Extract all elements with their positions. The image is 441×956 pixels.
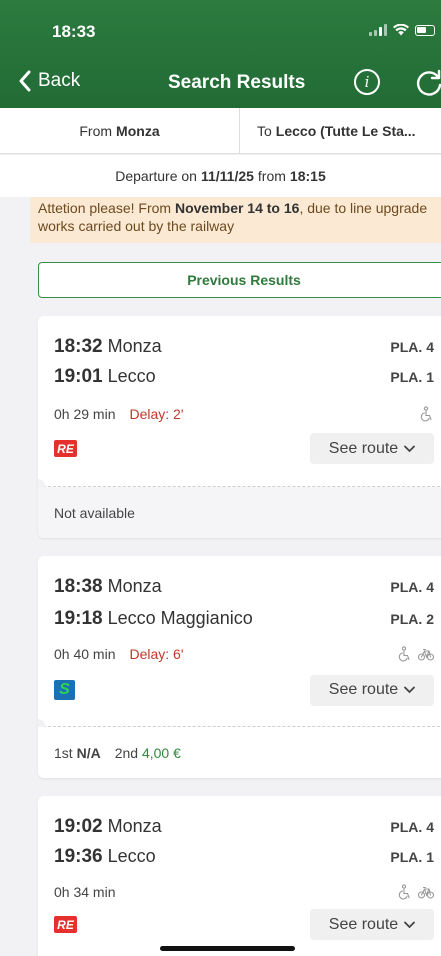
- app-header: 18:33 Back Search Results i: [0, 0, 441, 108]
- second-class-label: 2nd: [114, 744, 139, 761]
- nav-bar: Back Search Results i: [0, 66, 441, 106]
- refresh-icon[interactable]: [414, 68, 441, 98]
- dep-time: 19:02: [54, 816, 103, 837]
- bicycle-icon: [418, 886, 434, 899]
- previous-results-button[interactable]: Previous Results: [38, 262, 441, 298]
- train-row: RE See route: [54, 909, 434, 940]
- to-station-field[interactable]: To Lecco (Tutte Le Sta...: [241, 108, 441, 154]
- from-prefix: From: [79, 123, 113, 139]
- delay-label: Delay: 2': [129, 406, 184, 422]
- price-footer[interactable]: 1st N/A 2nd 4,00 €: [38, 727, 441, 778]
- see-route-button[interactable]: See route: [310, 674, 434, 706]
- delay-label: Delay: 6': [129, 646, 184, 662]
- dep-platform: PLA. 4: [390, 579, 434, 595]
- departure-from-word: from: [257, 168, 286, 184]
- departure-date: 11/11/25: [200, 168, 254, 184]
- alert-text-1: Attetion please! From: [38, 200, 175, 216]
- train-row: RE See route: [54, 433, 434, 464]
- from-station: Monza: [116, 123, 160, 139]
- wifi-icon: [393, 24, 409, 36]
- info-button[interactable]: i: [354, 69, 380, 95]
- see-route-label: See route: [328, 439, 399, 457]
- second-class-price: 4,00 €: [141, 744, 181, 761]
- arrival-row: 19:36 Lecco PLA. 1: [54, 846, 434, 868]
- departure-prefix: Departure on: [115, 168, 197, 184]
- departure-row: 18:38 Monza PLA. 4: [54, 576, 434, 598]
- arr-time: 19:36: [54, 846, 103, 867]
- dep-platform: PLA. 4: [390, 339, 434, 355]
- arr-platform: PLA. 2: [390, 611, 434, 627]
- see-route-button[interactable]: See route: [310, 433, 434, 464]
- info-row: 0h 40 min Delay: 6': [54, 646, 434, 662]
- train-category-badge: RE: [54, 440, 77, 457]
- arrival-row: 19:01 Lecco PLA. 1: [54, 366, 434, 388]
- signal-icon: [369, 24, 387, 36]
- duration: 0h 34 min: [54, 884, 116, 900]
- back-label: Back: [38, 70, 81, 91]
- arr-platform: PLA. 1: [390, 369, 434, 385]
- chevron-down-icon: [404, 686, 416, 694]
- see-route-label: See route: [328, 681, 399, 698]
- first-class-price: N/A: [76, 744, 101, 761]
- departure-bar[interactable]: Departure on 11/11/25 from 18:15: [0, 155, 441, 197]
- see-route-button[interactable]: See route: [310, 909, 434, 940]
- solution-card[interactable]: 18:38 Monza PLA. 4 19:18 Lecco Maggianic…: [38, 556, 441, 778]
- see-route-label: See route: [328, 915, 399, 933]
- info-icon: i: [364, 73, 370, 91]
- solution-card[interactable]: 19:02 Monza PLA. 4 19:36 Lecco PLA. 1 0h…: [38, 796, 441, 956]
- departure-row: 18:32 Monza PLA. 4: [54, 336, 434, 358]
- route-bar: From Monza To Lecco (Tutte Le Sta...: [0, 108, 441, 154]
- departure-row: 19:02 Monza PLA. 4: [54, 816, 434, 838]
- bicycle-icon: [418, 648, 434, 661]
- arr-station: Lecco: [107, 366, 156, 386]
- wheelchair-icon: [398, 646, 410, 662]
- duration: 0h 29 min: [54, 406, 116, 422]
- alert-dates: November 14 to 16: [174, 200, 300, 216]
- chevron-down-icon: [404, 921, 416, 928]
- wheelchair-icon: [420, 406, 432, 422]
- dep-station: Monza: [107, 336, 162, 356]
- status-time: 18:33: [52, 22, 96, 41]
- back-chevron-icon: [19, 70, 31, 92]
- info-row: 0h 29 min Delay: 2': [54, 406, 434, 422]
- dep-platform: PLA. 4: [390, 819, 434, 835]
- duration: 0h 40 min: [54, 646, 116, 662]
- info-row: 0h 34 min: [54, 884, 434, 900]
- arrival-row: 19:18 Lecco Maggianico PLA. 2: [54, 608, 434, 630]
- arr-station: Lecco: [107, 846, 156, 866]
- wheelchair-icon: [398, 884, 410, 900]
- train-category-badge: S: [54, 680, 75, 700]
- to-prefix: To: [257, 123, 272, 139]
- back-button[interactable]: Back: [18, 70, 80, 92]
- availability-text: Not available: [54, 504, 135, 521]
- first-class-label: 1st: [54, 744, 73, 761]
- status-icons: [369, 24, 435, 36]
- solution-card[interactable]: 18:32 Monza PLA. 4 19:01 Lecco PLA. 1 0h…: [38, 316, 441, 538]
- arr-platform: PLA. 1: [390, 849, 434, 865]
- train-row: S See route: [54, 674, 434, 706]
- dep-time: 18:38: [54, 576, 103, 597]
- alert-banner[interactable]: Attetion please! From November 14 to 16,…: [30, 197, 441, 243]
- to-station: Lecco (Tutte Le Sta...: [275, 123, 416, 139]
- departure-time: 18:15: [289, 168, 326, 184]
- page-title: Search Results: [168, 72, 306, 93]
- from-station-field[interactable]: From Monza: [0, 108, 240, 154]
- dep-time: 18:32: [54, 336, 103, 357]
- train-category-badge: RE: [54, 916, 77, 933]
- home-indicator[interactable]: [160, 946, 295, 951]
- chevron-down-icon: [404, 445, 416, 452]
- arr-time: 19:18: [54, 608, 103, 629]
- app-screen: 18:33 Back Search Results i From Monza To…: [0, 0, 441, 956]
- arr-station: Lecco Maggianico: [107, 608, 253, 628]
- availability-footer: Not available: [38, 487, 441, 538]
- battery-icon: [415, 24, 435, 36]
- dep-station: Monza: [107, 816, 162, 836]
- dep-station: Monza: [107, 576, 162, 596]
- arr-time: 19:01: [54, 366, 103, 387]
